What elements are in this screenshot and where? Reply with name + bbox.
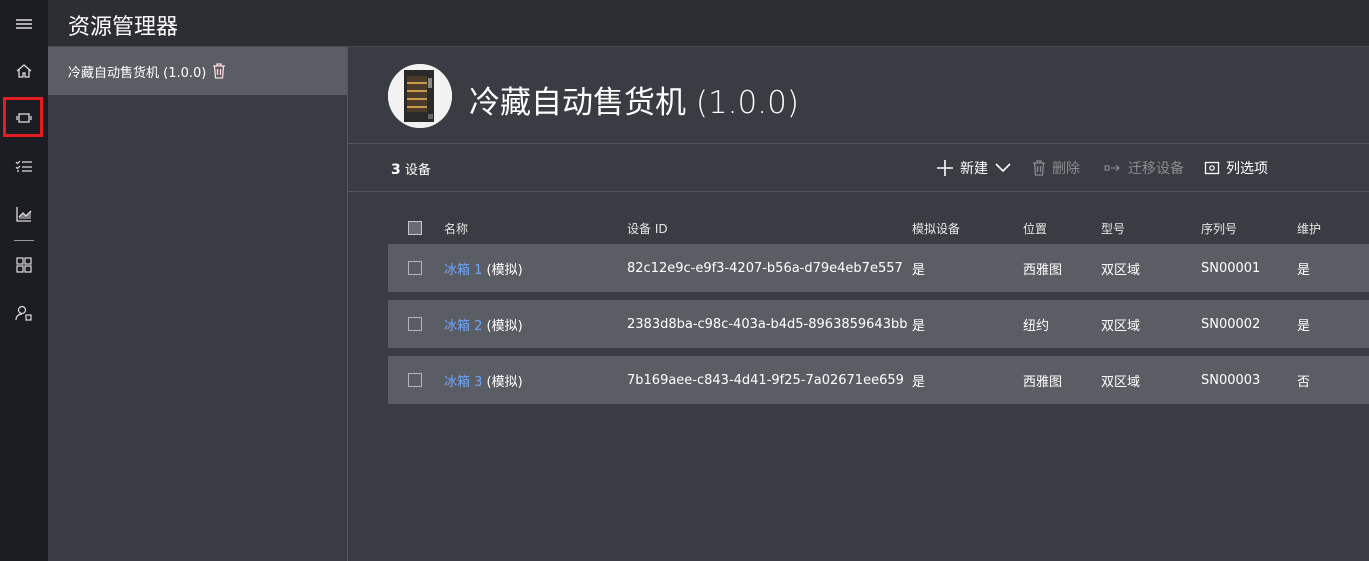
select-all-cell bbox=[408, 214, 422, 242]
column-options-icon bbox=[1204, 161, 1220, 174]
vending-machine-icon bbox=[388, 64, 452, 128]
device-table-header: 名称 设备 ID 模拟设备 位置 型号 序列号 维护 bbox=[388, 214, 1369, 242]
nav-jobs[interactable] bbox=[0, 142, 48, 190]
delete-label: 删除 bbox=[1052, 160, 1080, 177]
template-label: 冷藏自动售货机 (1.0.0) bbox=[68, 65, 207, 81]
device-name-link[interactable]: 冰箱 1 bbox=[444, 259, 482, 278]
device-name-suffix: (模拟) bbox=[486, 374, 523, 390]
home-icon bbox=[16, 64, 32, 78]
column-header-location[interactable]: 位置 bbox=[1023, 214, 1047, 242]
device-name-link[interactable]: 冰箱 3 bbox=[444, 371, 482, 390]
maintenance-cell: 否 bbox=[1297, 374, 1311, 390]
device-name-suffix: (模拟) bbox=[486, 262, 523, 278]
device-toolbar: 3 设备 新建 删除 迁移设备 列选项 bbox=[348, 144, 1369, 192]
simulated-cell: 是 bbox=[912, 262, 926, 278]
column-header-device-id[interactable]: 设备 ID bbox=[627, 214, 668, 242]
serial-cell: SN00003 bbox=[1201, 372, 1261, 388]
simulated-cell: 是 bbox=[912, 374, 926, 390]
table-row[interactable]: 冰箱 1 (模拟) 82c12e9c-e9f3-4207-b56a-d79e4e… bbox=[388, 244, 1369, 292]
device-id-cell: 2383d8ba-c98c-403a-b4d5-8963859643bb bbox=[627, 316, 908, 332]
nav-rail bbox=[0, 0, 48, 561]
row-checkbox[interactable] bbox=[408, 317, 422, 331]
maintenance-cell: 是 bbox=[1297, 262, 1311, 278]
analytics-icon bbox=[16, 207, 32, 222]
simulated-cell: 是 bbox=[912, 318, 926, 334]
template-list-item[interactable]: 冷藏自动售货机 (1.0.0) bbox=[48, 47, 347, 95]
dashboard-icon bbox=[16, 257, 32, 273]
row-checkbox[interactable] bbox=[408, 373, 422, 387]
app-title: 资源管理器 bbox=[68, 15, 179, 40]
delete-button[interactable]: 删除 bbox=[1032, 144, 1080, 191]
menu-icon bbox=[16, 19, 32, 29]
trash-icon bbox=[1033, 159, 1045, 176]
column-options-label: 列选项 bbox=[1226, 160, 1268, 177]
location-cell: 纽约 bbox=[1023, 318, 1050, 334]
device-image bbox=[388, 64, 452, 128]
row-checkbox[interactable] bbox=[408, 261, 422, 275]
device-count: 3 设备 bbox=[391, 159, 431, 178]
nav-home[interactable] bbox=[0, 47, 48, 95]
model-cell: 双区域 bbox=[1101, 262, 1141, 278]
maintenance-cell: 是 bbox=[1297, 318, 1311, 334]
serial-cell: SN00001 bbox=[1201, 260, 1261, 276]
nav-analytics[interactable] bbox=[0, 190, 48, 238]
jobs-icon bbox=[15, 160, 32, 172]
top-bar: 资源管理器 bbox=[48, 0, 1369, 47]
device-name-link[interactable]: 冰箱 2 bbox=[444, 315, 482, 334]
column-header-simulated[interactable]: 模拟设备 bbox=[912, 214, 960, 242]
new-button[interactable]: 新建 bbox=[936, 144, 1018, 191]
device-count-label: 设备 bbox=[404, 163, 431, 178]
selection-highlight-box bbox=[3, 97, 43, 137]
plus-icon bbox=[937, 159, 953, 176]
model-cell: 双区域 bbox=[1101, 318, 1141, 334]
device-name-suffix: (模拟) bbox=[486, 318, 523, 334]
column-header-name[interactable]: 名称 bbox=[444, 214, 468, 242]
migrate-label: 迁移设备 bbox=[1128, 160, 1184, 177]
column-header-serial[interactable]: 序列号 bbox=[1201, 214, 1237, 242]
chevron-down-icon bbox=[995, 162, 1011, 172]
device-template-title: 冷藏自动售货机 (1.0.0) bbox=[469, 85, 799, 121]
select-all-checkbox[interactable] bbox=[408, 221, 422, 235]
column-header-maintenance[interactable]: 维护 bbox=[1297, 214, 1321, 242]
model-cell: 双区域 bbox=[1101, 374, 1141, 390]
menu-button[interactable] bbox=[0, 0, 48, 48]
location-cell: 西雅图 bbox=[1023, 374, 1063, 390]
nav-dashboard[interactable] bbox=[0, 241, 48, 289]
location-cell: 西雅图 bbox=[1023, 262, 1063, 278]
migrate-device-button[interactable]: 迁移设备 bbox=[1104, 144, 1184, 191]
table-row[interactable]: 冰箱 3 (模拟) 7b169aee-c843-4d41-9f25-7a0267… bbox=[388, 356, 1369, 404]
migrate-icon bbox=[1104, 164, 1120, 171]
device-id-cell: 7b169aee-c843-4d41-9f25-7a02671ee659 bbox=[627, 372, 904, 388]
new-label: 新建 bbox=[960, 160, 988, 177]
column-header-model[interactable]: 型号 bbox=[1101, 214, 1125, 242]
delete-template-button[interactable] bbox=[212, 63, 226, 79]
trash-icon bbox=[213, 63, 226, 79]
table-row[interactable]: 冰箱 2 (模拟) 2383d8ba-c98c-403a-b4d5-896385… bbox=[388, 300, 1369, 348]
column-options-button[interactable]: 列选项 bbox=[1204, 144, 1268, 191]
device-template-header: 冷藏自动售货机 (1.0.0) bbox=[348, 47, 1369, 144]
admin-icon bbox=[15, 305, 32, 321]
device-count-number: 3 bbox=[391, 162, 401, 178]
nav-admin[interactable] bbox=[0, 289, 48, 337]
serial-cell: SN00002 bbox=[1201, 316, 1261, 332]
template-list-panel: 冷藏自动售货机 (1.0.0) bbox=[48, 47, 348, 561]
device-id-cell: 82c12e9c-e9f3-4207-b56a-d79e4eb7e557 bbox=[627, 260, 903, 276]
